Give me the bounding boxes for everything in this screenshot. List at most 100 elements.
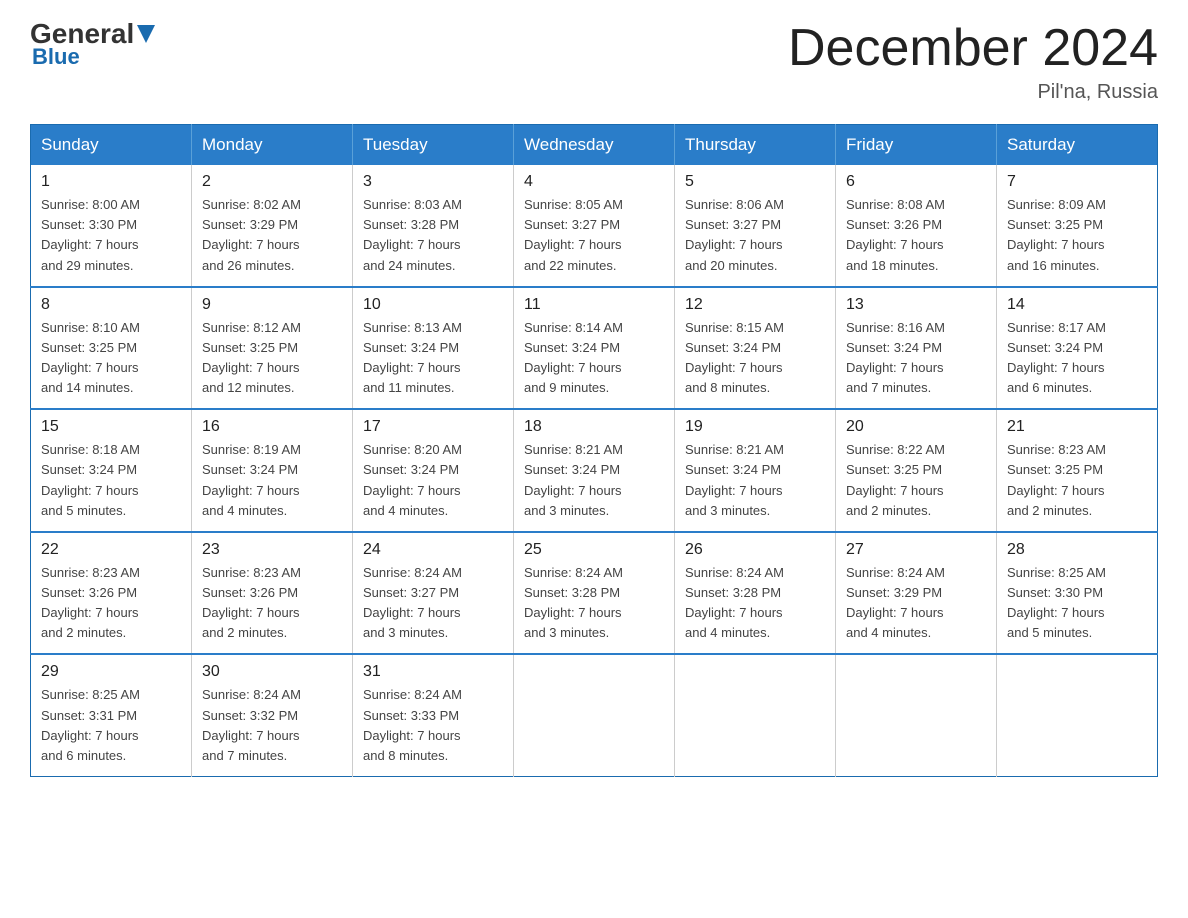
location-text: Pil'na, Russia bbox=[788, 81, 1158, 104]
day-info: Sunrise: 8:19 AMSunset: 3:24 PMDaylight:… bbox=[202, 442, 301, 517]
day-info: Sunrise: 8:21 AMSunset: 3:24 PMDaylight:… bbox=[524, 442, 623, 517]
day-info: Sunrise: 8:15 AMSunset: 3:24 PMDaylight:… bbox=[685, 320, 784, 395]
day-number: 17 bbox=[363, 418, 503, 436]
calendar-cell bbox=[675, 654, 836, 776]
day-info: Sunrise: 8:23 AMSunset: 3:26 PMDaylight:… bbox=[202, 565, 301, 640]
day-info: Sunrise: 8:23 AMSunset: 3:25 PMDaylight:… bbox=[1007, 442, 1106, 517]
day-info: Sunrise: 8:09 AMSunset: 3:25 PMDaylight:… bbox=[1007, 197, 1106, 272]
calendar-cell: 3 Sunrise: 8:03 AMSunset: 3:28 PMDayligh… bbox=[353, 165, 514, 287]
day-info: Sunrise: 8:17 AMSunset: 3:24 PMDaylight:… bbox=[1007, 320, 1106, 395]
calendar-table: Sunday Monday Tuesday Wednesday Thursday… bbox=[30, 124, 1158, 777]
week-row-1: 1 Sunrise: 8:00 AMSunset: 3:30 PMDayligh… bbox=[31, 165, 1158, 287]
calendar-cell bbox=[997, 654, 1158, 776]
col-sunday: Sunday bbox=[31, 125, 192, 166]
day-info: Sunrise: 8:05 AMSunset: 3:27 PMDaylight:… bbox=[524, 197, 623, 272]
calendar-cell: 26 Sunrise: 8:24 AMSunset: 3:28 PMDaylig… bbox=[675, 532, 836, 655]
day-info: Sunrise: 8:24 AMSunset: 3:29 PMDaylight:… bbox=[846, 565, 945, 640]
day-info: Sunrise: 8:25 AMSunset: 3:30 PMDaylight:… bbox=[1007, 565, 1106, 640]
calendar-cell: 4 Sunrise: 8:05 AMSunset: 3:27 PMDayligh… bbox=[514, 165, 675, 287]
week-row-4: 22 Sunrise: 8:23 AMSunset: 3:26 PMDaylig… bbox=[31, 532, 1158, 655]
day-number: 29 bbox=[41, 663, 181, 681]
col-monday: Monday bbox=[192, 125, 353, 166]
col-friday: Friday bbox=[836, 125, 997, 166]
day-number: 6 bbox=[846, 173, 986, 191]
day-info: Sunrise: 8:12 AMSunset: 3:25 PMDaylight:… bbox=[202, 320, 301, 395]
calendar-header-row: Sunday Monday Tuesday Wednesday Thursday… bbox=[31, 125, 1158, 166]
calendar-cell: 14 Sunrise: 8:17 AMSunset: 3:24 PMDaylig… bbox=[997, 287, 1158, 410]
day-number: 28 bbox=[1007, 541, 1147, 559]
calendar-cell bbox=[836, 654, 997, 776]
day-number: 22 bbox=[41, 541, 181, 559]
calendar-cell: 9 Sunrise: 8:12 AMSunset: 3:25 PMDayligh… bbox=[192, 287, 353, 410]
day-info: Sunrise: 8:22 AMSunset: 3:25 PMDaylight:… bbox=[846, 442, 945, 517]
calendar-cell: 25 Sunrise: 8:24 AMSunset: 3:28 PMDaylig… bbox=[514, 532, 675, 655]
day-number: 2 bbox=[202, 173, 342, 191]
calendar-cell: 16 Sunrise: 8:19 AMSunset: 3:24 PMDaylig… bbox=[192, 409, 353, 532]
day-info: Sunrise: 8:24 AMSunset: 3:28 PMDaylight:… bbox=[685, 565, 784, 640]
day-number: 14 bbox=[1007, 296, 1147, 314]
calendar-cell: 13 Sunrise: 8:16 AMSunset: 3:24 PMDaylig… bbox=[836, 287, 997, 410]
day-number: 12 bbox=[685, 296, 825, 314]
calendar-cell: 5 Sunrise: 8:06 AMSunset: 3:27 PMDayligh… bbox=[675, 165, 836, 287]
day-info: Sunrise: 8:24 AMSunset: 3:33 PMDaylight:… bbox=[363, 687, 462, 762]
calendar-cell: 19 Sunrise: 8:21 AMSunset: 3:24 PMDaylig… bbox=[675, 409, 836, 532]
title-area: December 2024 Pil'na, Russia bbox=[788, 20, 1158, 104]
day-number: 3 bbox=[363, 173, 503, 191]
calendar-cell: 29 Sunrise: 8:25 AMSunset: 3:31 PMDaylig… bbox=[31, 654, 192, 776]
month-title: December 2024 bbox=[788, 20, 1158, 77]
calendar-cell: 2 Sunrise: 8:02 AMSunset: 3:29 PMDayligh… bbox=[192, 165, 353, 287]
day-number: 1 bbox=[41, 173, 181, 191]
week-row-2: 8 Sunrise: 8:10 AMSunset: 3:25 PMDayligh… bbox=[31, 287, 1158, 410]
day-info: Sunrise: 8:06 AMSunset: 3:27 PMDaylight:… bbox=[685, 197, 784, 272]
week-row-3: 15 Sunrise: 8:18 AMSunset: 3:24 PMDaylig… bbox=[31, 409, 1158, 532]
calendar-cell: 6 Sunrise: 8:08 AMSunset: 3:26 PMDayligh… bbox=[836, 165, 997, 287]
day-info: Sunrise: 8:14 AMSunset: 3:24 PMDaylight:… bbox=[524, 320, 623, 395]
calendar-cell: 10 Sunrise: 8:13 AMSunset: 3:24 PMDaylig… bbox=[353, 287, 514, 410]
calendar-cell: 31 Sunrise: 8:24 AMSunset: 3:33 PMDaylig… bbox=[353, 654, 514, 776]
day-number: 18 bbox=[524, 418, 664, 436]
day-number: 20 bbox=[846, 418, 986, 436]
calendar-cell: 23 Sunrise: 8:23 AMSunset: 3:26 PMDaylig… bbox=[192, 532, 353, 655]
col-wednesday: Wednesday bbox=[514, 125, 675, 166]
day-number: 7 bbox=[1007, 173, 1147, 191]
calendar-cell: 22 Sunrise: 8:23 AMSunset: 3:26 PMDaylig… bbox=[31, 532, 192, 655]
calendar-cell: 12 Sunrise: 8:15 AMSunset: 3:24 PMDaylig… bbox=[675, 287, 836, 410]
day-number: 10 bbox=[363, 296, 503, 314]
calendar-cell: 11 Sunrise: 8:14 AMSunset: 3:24 PMDaylig… bbox=[514, 287, 675, 410]
day-number: 16 bbox=[202, 418, 342, 436]
day-number: 19 bbox=[685, 418, 825, 436]
calendar-cell: 7 Sunrise: 8:09 AMSunset: 3:25 PMDayligh… bbox=[997, 165, 1158, 287]
day-number: 30 bbox=[202, 663, 342, 681]
calendar-cell bbox=[514, 654, 675, 776]
day-number: 25 bbox=[524, 541, 664, 559]
day-info: Sunrise: 8:25 AMSunset: 3:31 PMDaylight:… bbox=[41, 687, 140, 762]
day-info: Sunrise: 8:18 AMSunset: 3:24 PMDaylight:… bbox=[41, 442, 140, 517]
week-row-5: 29 Sunrise: 8:25 AMSunset: 3:31 PMDaylig… bbox=[31, 654, 1158, 776]
logo: General Blue bbox=[30, 20, 155, 68]
day-number: 26 bbox=[685, 541, 825, 559]
day-info: Sunrise: 8:24 AMSunset: 3:28 PMDaylight:… bbox=[524, 565, 623, 640]
day-number: 9 bbox=[202, 296, 342, 314]
day-info: Sunrise: 8:24 AMSunset: 3:32 PMDaylight:… bbox=[202, 687, 301, 762]
day-number: 8 bbox=[41, 296, 181, 314]
day-number: 24 bbox=[363, 541, 503, 559]
calendar-cell: 15 Sunrise: 8:18 AMSunset: 3:24 PMDaylig… bbox=[31, 409, 192, 532]
col-thursday: Thursday bbox=[675, 125, 836, 166]
day-number: 15 bbox=[41, 418, 181, 436]
page-header: General Blue December 2024 Pil'na, Russi… bbox=[30, 20, 1158, 104]
day-number: 21 bbox=[1007, 418, 1147, 436]
day-number: 13 bbox=[846, 296, 986, 314]
day-info: Sunrise: 8:00 AMSunset: 3:30 PMDaylight:… bbox=[41, 197, 140, 272]
day-number: 11 bbox=[524, 296, 664, 314]
day-info: Sunrise: 8:23 AMSunset: 3:26 PMDaylight:… bbox=[41, 565, 140, 640]
day-info: Sunrise: 8:08 AMSunset: 3:26 PMDaylight:… bbox=[846, 197, 945, 272]
day-info: Sunrise: 8:20 AMSunset: 3:24 PMDaylight:… bbox=[363, 442, 462, 517]
col-saturday: Saturday bbox=[997, 125, 1158, 166]
day-number: 23 bbox=[202, 541, 342, 559]
day-info: Sunrise: 8:03 AMSunset: 3:28 PMDaylight:… bbox=[363, 197, 462, 272]
logo-arrow-icon bbox=[137, 25, 155, 45]
calendar-cell: 24 Sunrise: 8:24 AMSunset: 3:27 PMDaylig… bbox=[353, 532, 514, 655]
day-number: 5 bbox=[685, 173, 825, 191]
day-number: 4 bbox=[524, 173, 664, 191]
calendar-cell: 18 Sunrise: 8:21 AMSunset: 3:24 PMDaylig… bbox=[514, 409, 675, 532]
